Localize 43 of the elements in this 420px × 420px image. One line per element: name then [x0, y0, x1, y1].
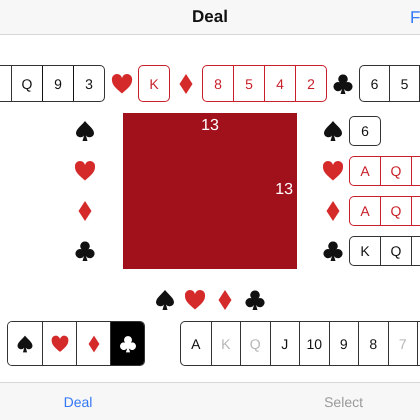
- tab[interactable]: Select: [156, 383, 420, 420]
- nav-button[interactable]: F: [410, 8, 420, 28]
- club-icon: [331, 72, 355, 96]
- rank-segment[interactable]: 9: [328, 322, 358, 365]
- tab[interactable]: Deal: [0, 383, 156, 420]
- card-rank: A: [359, 202, 371, 221]
- card-rank: 8: [213, 74, 223, 94]
- heart-icon: [183, 288, 207, 312]
- card-rank: K: [148, 74, 160, 94]
- club-icon: [73, 239, 97, 263]
- spade-icon: [153, 288, 177, 312]
- card-count: 13: [200, 117, 220, 135]
- card-rank: Q: [380, 237, 411, 265]
- screen-title: Deal: [192, 7, 228, 27]
- card-rank: 6: [370, 74, 380, 94]
- card-rank: 4: [264, 66, 295, 101]
- club-icon: [321, 239, 345, 263]
- card-rank: Q: [380, 197, 411, 225]
- card-rank: A: [359, 162, 371, 181]
- card-rank: Q: [380, 157, 411, 185]
- rank-segment[interactable]: 10: [299, 322, 328, 365]
- card-rank: 2: [295, 66, 326, 101]
- suit-segment[interactable]: [110, 322, 144, 365]
- card-rank: 5: [389, 66, 419, 101]
- card-rank: 6: [360, 122, 370, 141]
- heart-icon: [73, 159, 97, 183]
- heart-icon: [110, 72, 134, 96]
- rank-segment[interactable]: 8: [358, 322, 388, 365]
- club-icon: [118, 334, 138, 354]
- card-rank: Q: [20, 74, 34, 94]
- card-rank: 5: [233, 66, 264, 101]
- rank-segment[interactable]: J: [270, 322, 299, 365]
- card-count: 13: [275, 181, 293, 199]
- spade-icon: [73, 119, 97, 143]
- spade-icon: [15, 334, 35, 354]
- card-rank: 3: [73, 66, 104, 101]
- club-icon: [243, 288, 267, 312]
- spade-icon: [321, 119, 345, 143]
- rank-segment[interactable]: A: [181, 322, 210, 365]
- card-rank: 9: [42, 66, 73, 101]
- heart-icon: [50, 334, 70, 354]
- card-rank: K: [359, 242, 371, 261]
- heart-icon: [321, 159, 345, 183]
